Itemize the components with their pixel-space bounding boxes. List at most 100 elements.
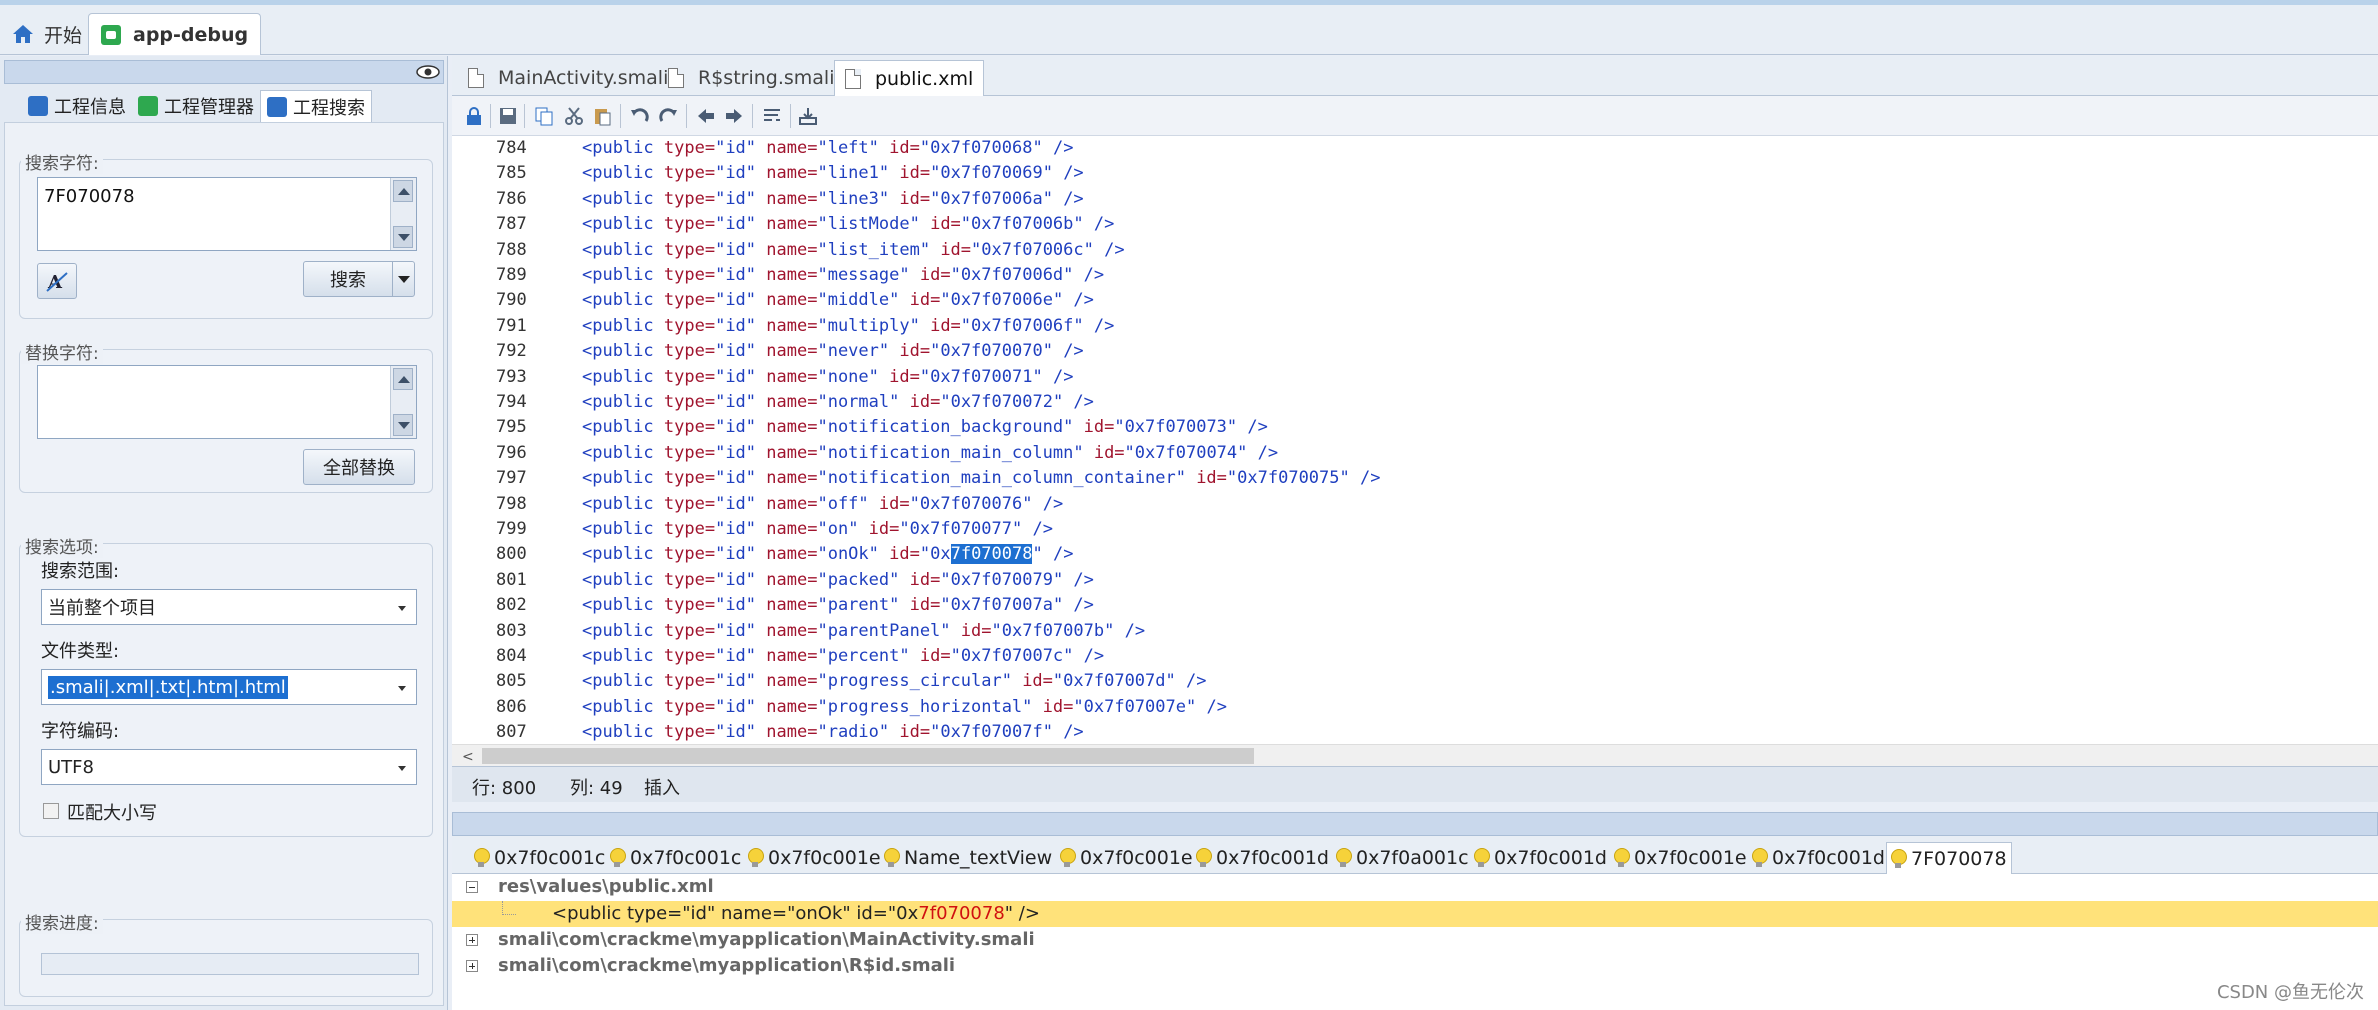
code-token: 0x7f07007d bbox=[1063, 671, 1166, 692]
code-token: id= bbox=[899, 290, 941, 311]
code-line[interactable]: 807 <public type="id" name="radio" id="0x… bbox=[452, 720, 2378, 744]
code-editor[interactable]: 784 <public type="id" name="left" id="0x7… bbox=[452, 136, 2378, 744]
undo-icon[interactable] bbox=[630, 106, 650, 126]
filetype-select[interactable]: .smali|.xml|.txt|.htm|.html bbox=[41, 669, 417, 705]
tab-mainactivity-smali[interactable]: MainActivity.smali bbox=[458, 60, 678, 96]
code-line[interactable]: 804 <public type="id" name="percent" id="… bbox=[452, 644, 2378, 669]
expand-icon[interactable] bbox=[466, 960, 478, 972]
tab-rstring-smali[interactable]: R$string.smali bbox=[658, 60, 844, 96]
tab-project-info[interactable]: 工程信息 bbox=[22, 90, 132, 122]
arrow-left-icon[interactable] bbox=[696, 106, 716, 126]
scroll-down-icon[interactable] bbox=[393, 226, 413, 248]
panel-splitter[interactable] bbox=[452, 802, 2378, 812]
editor-horizontal-scrollbar[interactable]: < bbox=[452, 744, 2378, 766]
result-tab[interactable]: 0x7f0c001e bbox=[1056, 842, 1197, 874]
code-line[interactable]: 796 <public type="id" name="notification_… bbox=[452, 441, 2378, 466]
code-line[interactable]: 799 <public type="id" name="on" id="0x7f0… bbox=[452, 517, 2378, 542]
code-line[interactable]: 794 <public type="id" name="normal" id="0… bbox=[452, 390, 2378, 415]
result-file-public-xml[interactable]: res\values\public.xml bbox=[452, 874, 2378, 900]
code-line[interactable]: 806 <public type="id" name="progress_hori… bbox=[452, 695, 2378, 720]
scroll-thumb[interactable] bbox=[482, 748, 1254, 764]
code-line[interactable]: 798 <public type="id" name="off" id="0x7f… bbox=[452, 492, 2378, 517]
font-button[interactable]: A bbox=[37, 263, 77, 299]
search-input-scrollbar[interactable] bbox=[390, 178, 416, 250]
replace-input[interactable] bbox=[37, 365, 417, 439]
code-text: <public type="id" name="progress_horizon… bbox=[582, 695, 1227, 720]
eye-icon[interactable] bbox=[415, 62, 441, 82]
search-button[interactable]: 搜索 bbox=[303, 261, 415, 297]
wrap-icon[interactable] bbox=[762, 106, 782, 126]
code-line[interactable]: 788 <public type="id" name="list_item" id… bbox=[452, 238, 2378, 263]
match-case-checkbox[interactable] bbox=[43, 803, 59, 819]
code-token: type= bbox=[663, 417, 716, 438]
tab-start[interactable]: 开始 bbox=[0, 13, 94, 55]
encoding-select[interactable]: UTF8 bbox=[41, 749, 417, 785]
result-tab[interactable]: 0x7f0c001e bbox=[744, 842, 885, 874]
tab-app-debug[interactable]: app-debug bbox=[88, 13, 262, 55]
code-line[interactable]: 791 <public type="id" name="multiply" id=… bbox=[452, 314, 2378, 339]
scroll-left-icon[interactable]: < bbox=[462, 749, 474, 765]
code-line[interactable]: 802 <public type="id" name="parent" id="0… bbox=[452, 593, 2378, 618]
copy-icon[interactable] bbox=[534, 106, 554, 126]
code-line[interactable]: 801 <public type="id" name="packed" id="0… bbox=[452, 568, 2378, 593]
scope-select[interactable]: 当前整个项目 bbox=[41, 589, 417, 625]
code-line[interactable]: 805 <public type="id" name="progress_circ… bbox=[452, 669, 2378, 694]
result-tab[interactable]: 0x7f0c001d bbox=[1470, 842, 1611, 874]
scroll-down-icon[interactable] bbox=[393, 414, 413, 436]
result-match-row[interactable]: <public type="id" name="onOk" id="0x7f07… bbox=[452, 901, 2378, 927]
code-token: "id" bbox=[715, 315, 757, 336]
result-file-mainactivity[interactable]: smali\com\crackme\myapplication\MainActi… bbox=[452, 927, 2378, 953]
scroll-up-icon[interactable] bbox=[393, 368, 413, 390]
code-line[interactable]: 785 <public type="id" name="line1" id="0x… bbox=[452, 161, 2378, 186]
search-input[interactable]: 7F070078 bbox=[37, 177, 417, 251]
chevron-down-icon[interactable] bbox=[392, 262, 414, 296]
collapse-icon[interactable] bbox=[466, 881, 478, 893]
tab-start-label: 开始 bbox=[44, 24, 83, 47]
code-line[interactable]: 789 <public type="id" name="message" id="… bbox=[452, 263, 2378, 288]
tab-public-xml[interactable]: public.xml bbox=[834, 60, 985, 96]
scroll-up-icon[interactable] bbox=[393, 180, 413, 202]
code-token: 0x7f07006d bbox=[960, 265, 1064, 285]
result-file-rid[interactable]: smali\com\crackme\myapplication\R$id.sma… bbox=[452, 953, 2378, 979]
code-token: " bbox=[1073, 315, 1084, 336]
code-token: " bbox=[889, 392, 900, 412]
lock-icon[interactable] bbox=[464, 106, 484, 126]
tab-project-search[interactable]: 工程搜索 bbox=[260, 90, 372, 122]
paste-icon[interactable] bbox=[592, 106, 612, 126]
code-token: " bbox=[817, 214, 828, 235]
code-token: name= bbox=[756, 544, 818, 565]
redo-icon[interactable] bbox=[658, 106, 678, 126]
code-token: " bbox=[1063, 646, 1074, 666]
code-line[interactable]: 784 <public type="id" name="left" id="0x7… bbox=[452, 136, 2378, 161]
result-tab[interactable]: 0x7f0c001c bbox=[606, 842, 745, 874]
code-line[interactable]: 787 <public type="id" name="listMode" id=… bbox=[452, 212, 2378, 237]
code-line[interactable]: 797 <public type="id" name="notification_… bbox=[452, 466, 2378, 491]
result-tab[interactable]: Name_textView bbox=[880, 842, 1056, 874]
result-tab[interactable]: 0x7f0c001e bbox=[1610, 842, 1751, 874]
expand-icon[interactable] bbox=[466, 934, 478, 946]
code-line[interactable]: 793 <public type="id" name="none" id="0x7… bbox=[452, 365, 2378, 390]
code-line[interactable]: 803 <public type="id" name="parentPanel" … bbox=[452, 619, 2378, 644]
cut-icon[interactable] bbox=[564, 106, 584, 126]
download-icon[interactable] bbox=[798, 106, 818, 126]
code-token: " bbox=[868, 138, 879, 158]
code-line[interactable]: 792 <public type="id" name="never" id="0x… bbox=[452, 339, 2378, 364]
code-token: " bbox=[817, 493, 828, 514]
replace-input-scrollbar[interactable] bbox=[390, 366, 416, 438]
result-tab[interactable]: 0x7f0c001c bbox=[470, 842, 609, 874]
code-line[interactable]: 790 <public type="id" name="middle" id="0… bbox=[452, 288, 2378, 313]
replace-all-button[interactable]: 全部替换 bbox=[303, 449, 415, 485]
line-number: 794 bbox=[496, 392, 527, 412]
code-line[interactable]: 795 <public type="id" name="notification_… bbox=[452, 415, 2378, 440]
result-tab[interactable]: 0x7f0a001c bbox=[1332, 842, 1473, 874]
result-tab[interactable]: 0x7f0c001d bbox=[1748, 842, 1889, 874]
arrow-right-icon[interactable] bbox=[724, 106, 744, 126]
code-token: " bbox=[1012, 519, 1023, 539]
tab-project-manager[interactable]: 工程管理器 bbox=[132, 90, 260, 122]
result-tab[interactable]: 0x7f0c001d bbox=[1192, 842, 1333, 874]
code-line[interactable]: 786 <public type="id" name="line3" id="0x… bbox=[452, 187, 2378, 212]
save-icon[interactable] bbox=[498, 106, 518, 126]
code-line[interactable]: 800 <public type="id" name="onOk" id="0x7… bbox=[452, 542, 2378, 567]
result-tab[interactable]: 7F070078 bbox=[1886, 842, 2012, 874]
code-text: <public type="id" name="radio" id="0x7f0… bbox=[582, 720, 1084, 744]
